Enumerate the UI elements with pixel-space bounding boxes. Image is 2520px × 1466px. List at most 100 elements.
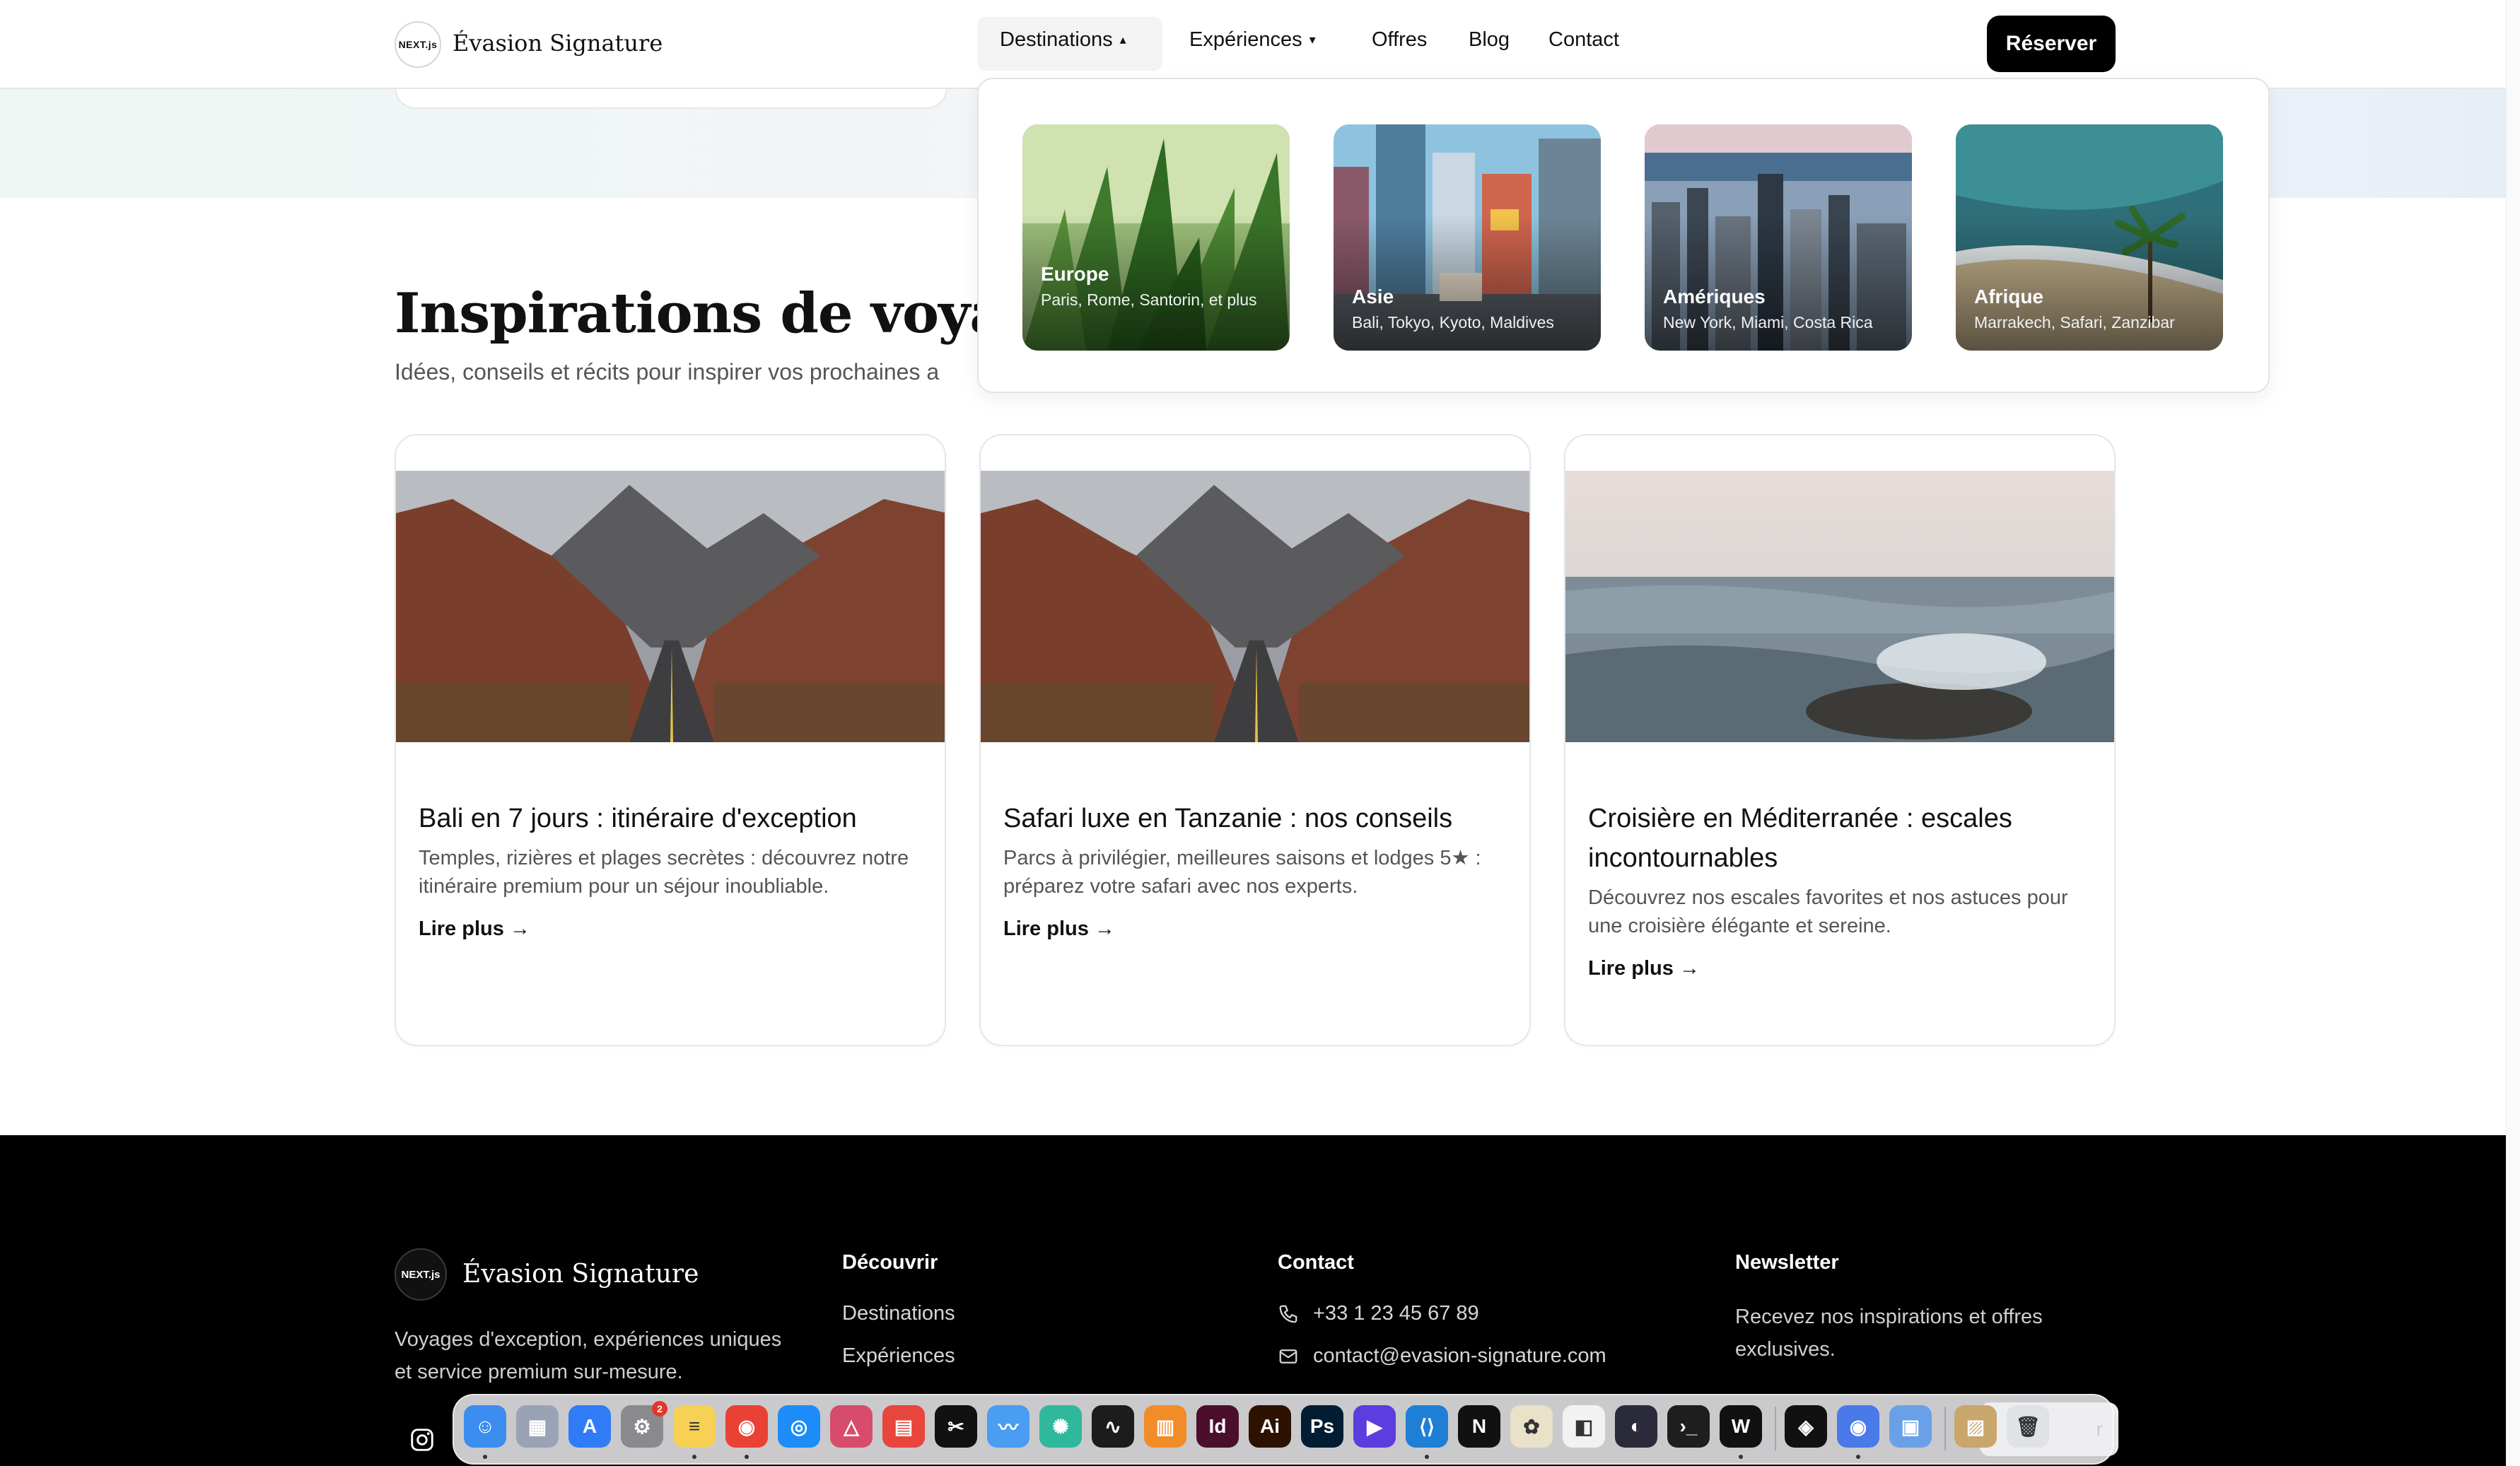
preview-icon[interactable]: ▣: [1889, 1405, 1932, 1448]
running-indicator: [1856, 1455, 1860, 1459]
footer-email[interactable]: contact@evasion-signature.com: [1278, 1344, 1606, 1368]
article-title[interactable]: Safari luxe en Tanzanie : nos conseils: [1003, 799, 1510, 838]
destination-name: Europe: [1041, 263, 1109, 285]
macos-dock: ☺ ▦ A ⚙ 2 ≡ ◉ ◎ △ ▤ ✂ 〰 ✺ ∿ ▥ Id Ai Ps ▶ ⟨⟩ N ✿ ◧ ◐ ›_ W ◈ ◉ ▣ ▨ 🗑: [453, 1394, 2114, 1465]
finder-icon[interactable]: ☺: [464, 1405, 506, 1448]
terminal-icon[interactable]: ›_: [1667, 1405, 1710, 1448]
destination-cities: Paris, Rome, Santorin, et plus: [1041, 291, 1257, 309]
app-store-icon[interactable]: A: [568, 1405, 611, 1448]
logo-text: NEXT.js: [398, 39, 438, 50]
footer-phone[interactable]: +33 1 23 45 67 89: [1278, 1302, 1479, 1325]
nav-destinations-label: Destinations: [1000, 28, 1113, 51]
dock-separator: [1775, 1407, 1776, 1450]
chrome-icon[interactable]: ◉: [725, 1405, 768, 1448]
running-indicator: [692, 1455, 696, 1459]
running-indicator: [1739, 1455, 1743, 1459]
site-header: NEXT.js Évasion Signature Destinations ▴…: [0, 0, 2520, 89]
dock-separator: [1944, 1407, 1946, 1450]
system-settings-icon[interactable]: ⚙ 2: [621, 1401, 667, 1448]
destinations-dropdown: Europe Paris, Rome, Santorin, et plus As…: [977, 78, 2270, 393]
screen-studio-icon[interactable]: ▶: [1353, 1405, 1396, 1448]
nav-destinations[interactable]: Destinations ▴: [1000, 28, 1126, 52]
section-title: Inspirations de voyage: [395, 281, 1078, 346]
notes-icon[interactable]: ≡: [673, 1405, 716, 1448]
article-card-croisiere[interactable]: Croisière en Méditerranée : escales inco…: [1564, 434, 2116, 1046]
page-scrollbar[interactable]: [2506, 0, 2520, 1466]
freeform-icon[interactable]: 〰: [987, 1405, 1029, 1448]
running-indicator: [1425, 1455, 1429, 1459]
footer-phone-text: +33 1 23 45 67 89: [1313, 1302, 1479, 1325]
destination-name: Asie: [1352, 286, 1394, 307]
article-title[interactable]: Bali en 7 jours : itinéraire d'exception: [419, 799, 925, 838]
footer-newsletter-heading: Newsletter: [1735, 1251, 1839, 1274]
footer-link-experiences[interactable]: Expériences: [842, 1344, 955, 1368]
capcut-icon[interactable]: ✂: [935, 1405, 977, 1448]
loom-icon[interactable]: ◐: [1615, 1405, 1657, 1448]
destination-card-asie[interactable]: Asie Bali, Tokyo, Kyoto, Maldives: [1334, 124, 1601, 351]
destination-name: Amériques: [1663, 286, 1766, 307]
indesign-icon[interactable]: Id: [1196, 1405, 1239, 1448]
footer-logo-text: NEXT.js: [401, 1268, 441, 1281]
destination-card-ameriques[interactable]: Amériques New York, Miami, Costa Rica: [1645, 124, 1912, 351]
safari-icon[interactable]: ◎: [778, 1405, 820, 1448]
footer-logo[interactable]: NEXT.js: [395, 1248, 447, 1301]
nav-blog[interactable]: Blog: [1469, 28, 1510, 52]
read-more-link[interactable]: Lire plus →: [1588, 957, 1700, 980]
illustrator-icon[interactable]: Ai: [1249, 1405, 1291, 1448]
affinity-icon[interactable]: △: [830, 1405, 873, 1448]
chatgpt-icon[interactable]: ✺: [1039, 1405, 1082, 1448]
article-description: Temples, rizières et plages secrètes : d…: [419, 847, 909, 898]
mail-icon: [1279, 1349, 1297, 1364]
article-card-safari[interactable]: Safari luxe en Tanzanie : nos conseils P…: [979, 434, 1531, 1046]
photoshop-icon[interactable]: Ps: [1301, 1405, 1343, 1448]
cider-icon[interactable]: ✿: [1510, 1405, 1553, 1448]
read-more-link[interactable]: Lire plus →: [1003, 917, 1115, 941]
chevron-up-icon: ▴: [1119, 33, 1126, 47]
nav-contact[interactable]: Contact: [1548, 28, 1619, 52]
running-indicator: [483, 1455, 487, 1459]
destination-card-afrique[interactable]: Afrique Marrakech, Safari, Zanzibar: [1956, 124, 2223, 351]
instagram-icon[interactable]: [409, 1426, 436, 1453]
chrome-alt-icon[interactable]: ◉: [1837, 1405, 1879, 1448]
nav-experiences[interactable]: Expériences ▾: [1189, 28, 1316, 52]
cube-app-icon[interactable]: ◈: [1785, 1405, 1827, 1448]
news-icon[interactable]: N: [1458, 1405, 1500, 1448]
article-image: [1565, 471, 2114, 742]
footer-tagline: Voyages d'exception, expériences uniques…: [395, 1328, 782, 1383]
photos-folder-icon[interactable]: ▨: [1954, 1405, 1997, 1448]
article-card-bali[interactable]: Bali en 7 jours : itinéraire d'exception…: [395, 434, 946, 1046]
logo[interactable]: NEXT.js: [395, 21, 441, 68]
article-description: Parcs à privilégier, meilleures saisons …: [1003, 847, 1481, 898]
footer-link-destinations[interactable]: Destinations: [842, 1302, 955, 1325]
books-icon[interactable]: ▥: [1144, 1405, 1186, 1448]
vscode-icon[interactable]: ⟨⟩: [1406, 1405, 1448, 1448]
trash-icon[interactable]: 🗑: [2007, 1405, 2049, 1448]
brand-name[interactable]: Évasion Signature: [453, 30, 663, 57]
nav-experiences-label: Expériences: [1189, 28, 1302, 51]
nav-offres[interactable]: Offres: [1372, 28, 1427, 52]
article-image: [981, 471, 1529, 742]
article-title[interactable]: Croisière en Méditerranée : escales inco…: [1588, 799, 2094, 878]
read-more-link[interactable]: Lire plus →: [419, 917, 530, 941]
keynote-icon[interactable]: ◧: [1563, 1405, 1605, 1448]
destination-card-europe[interactable]: Europe Paris, Rome, Santorin, et plus: [1022, 124, 1290, 351]
article-image: [396, 471, 945, 742]
footer-contact-heading: Contact: [1278, 1251, 1354, 1274]
wordsmith-icon[interactable]: W: [1720, 1405, 1762, 1448]
launchpad-icon[interactable]: ▦: [516, 1405, 559, 1448]
destination-name: Afrique: [1974, 286, 2043, 307]
calendar-app-icon[interactable]: ▤: [882, 1405, 925, 1448]
destination-cities: Bali, Tokyo, Kyoto, Maldives: [1352, 313, 1554, 332]
destination-cities: New York, Miami, Costa Rica: [1663, 313, 1873, 332]
section-subtitle: Idées, conseils et récits pour inspirer …: [395, 359, 940, 385]
footer-email-text: contact@evasion-signature.com: [1313, 1344, 1606, 1367]
footer-discover-heading: Découvrir: [842, 1251, 938, 1274]
phone-icon: [1279, 1305, 1297, 1323]
footer-brand[interactable]: Évasion Signature: [462, 1260, 699, 1289]
activity-monitor-icon[interactable]: ∿: [1092, 1405, 1134, 1448]
destination-cities: Marrakech, Safari, Zanzibar: [1974, 313, 2175, 332]
running-indicator: [745, 1455, 749, 1459]
notification-badge: 2: [652, 1401, 667, 1417]
reserve-button[interactable]: Réserver: [1987, 16, 2116, 72]
footer-newsletter-text: Recevez nos inspirations et offres exclu…: [1735, 1306, 2043, 1361]
